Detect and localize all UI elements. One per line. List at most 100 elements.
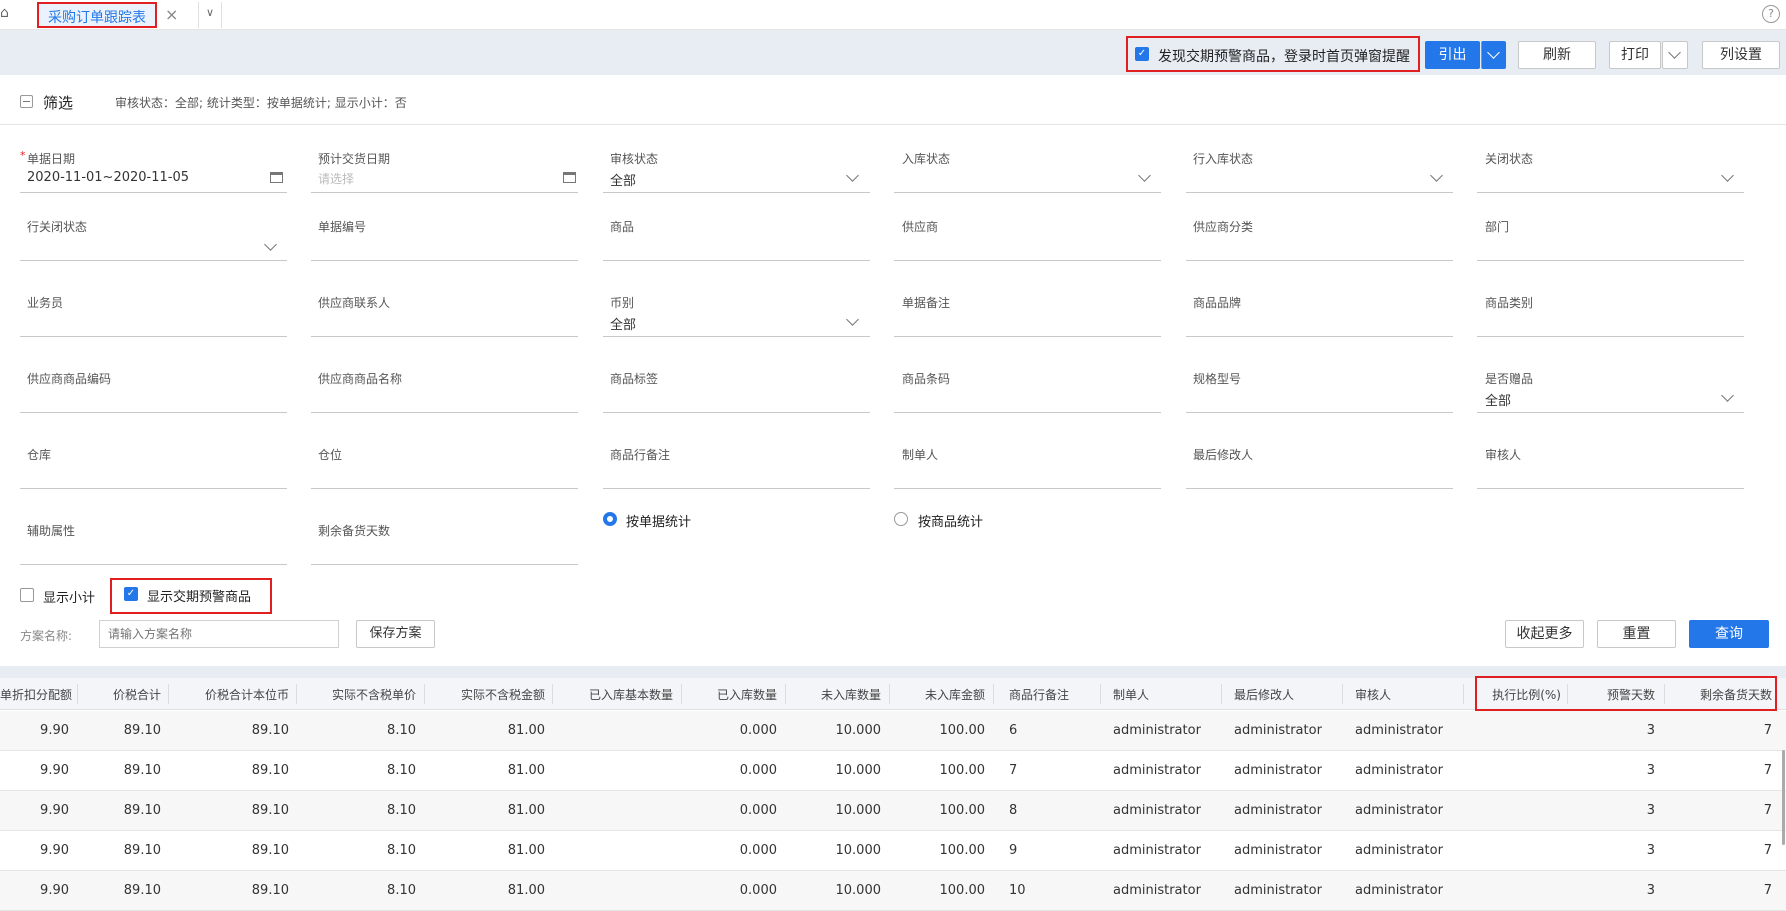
column-divider[interactable] xyxy=(552,684,553,704)
column-divider[interactable] xyxy=(993,684,994,704)
column-header[interactable]: 剩余备货天数 xyxy=(1700,686,1772,703)
table-cell: 81.00 xyxy=(507,883,545,898)
column-divider[interactable] xyxy=(1100,684,1101,704)
column-header[interactable]: 已入库数量 xyxy=(717,686,777,703)
chevron-down-icon[interactable] xyxy=(846,313,859,326)
creator-field[interactable] xyxy=(894,488,1161,489)
column-divider[interactable] xyxy=(889,684,890,704)
barcode-field[interactable] xyxy=(894,412,1161,413)
collapse-filter-icon[interactable] xyxy=(20,95,33,108)
column-divider[interactable] xyxy=(1221,684,1222,704)
chevron-down-icon[interactable] xyxy=(1721,169,1734,182)
column-divider[interactable] xyxy=(785,684,786,704)
column-divider[interactable] xyxy=(77,684,78,704)
reset-button[interactable]: 重置 xyxy=(1597,620,1676,648)
bill-remark-field[interactable] xyxy=(894,336,1161,337)
column-header[interactable]: 已入库基本数量 xyxy=(589,686,673,703)
table-cell: 8.10 xyxy=(387,883,416,898)
chevron-down-icon[interactable] xyxy=(1721,389,1734,402)
instock-status-select[interactable] xyxy=(894,192,1161,193)
help-icon[interactable]: ? xyxy=(1762,5,1780,23)
supplier-field[interactable] xyxy=(894,260,1161,261)
tab-purchase-order-tracking[interactable]: 采购订单跟踪表 xyxy=(37,2,157,28)
column-header[interactable]: 审核人 xyxy=(1355,686,1391,703)
column-header[interactable]: 价税合计 xyxy=(113,686,161,703)
goods-category-field[interactable] xyxy=(1477,336,1744,337)
chevron-down-icon[interactable]: ∨ xyxy=(198,2,222,28)
calendar-icon[interactable] xyxy=(563,172,576,183)
line-instock-status-select[interactable] xyxy=(1186,192,1453,193)
print-dropdown-button[interactable] xyxy=(1662,41,1688,69)
date-field[interactable]: 2020-11-01~2020-11-05 xyxy=(27,170,189,185)
chevron-down-icon[interactable] xyxy=(846,169,859,182)
delivery-date-field[interactable]: 请选择 xyxy=(318,170,354,187)
column-divider[interactable] xyxy=(1567,684,1568,704)
column-header[interactable]: 未入库数量 xyxy=(821,686,881,703)
column-header[interactable]: 最后修改人 xyxy=(1234,686,1294,703)
column-divider[interactable] xyxy=(296,684,297,704)
goods-tag-field[interactable] xyxy=(603,412,870,413)
supplier-class-field[interactable] xyxy=(1186,260,1453,261)
supplier-goods-name-field[interactable] xyxy=(311,412,578,413)
show-subtotal-checkbox[interactable] xyxy=(20,588,34,602)
line-remark-field[interactable] xyxy=(603,488,870,489)
calendar-icon[interactable] xyxy=(270,172,283,183)
column-header[interactable]: 单折扣分配额 xyxy=(0,686,72,703)
save-scheme-button[interactable]: 保存方案 xyxy=(356,620,435,648)
bill-number-field[interactable] xyxy=(311,260,578,261)
column-divider[interactable] xyxy=(168,684,169,704)
vertical-scrollbar[interactable] xyxy=(1782,750,1785,845)
department-field[interactable] xyxy=(1477,260,1744,261)
column-header[interactable]: 实际不含税单价 xyxy=(332,686,416,703)
table-cell: 89.10 xyxy=(123,883,161,898)
close-icon[interactable]: × xyxy=(165,5,178,24)
column-divider[interactable] xyxy=(1342,684,1343,704)
brand-field[interactable] xyxy=(1186,336,1453,337)
show-warn-checkbox[interactable]: ✓ xyxy=(124,587,138,601)
location-field[interactable] xyxy=(311,488,578,489)
aux-attr-field[interactable] xyxy=(20,564,287,565)
chevron-down-icon[interactable] xyxy=(1138,169,1151,182)
column-header[interactable]: 执行比例(%) xyxy=(1492,686,1561,703)
export-dropdown-button[interactable] xyxy=(1481,41,1506,69)
column-header[interactable]: 商品行备注 xyxy=(1009,686,1069,703)
export-button[interactable]: 引出 xyxy=(1425,41,1480,69)
column-header[interactable]: 实际不含税金额 xyxy=(461,686,545,703)
column-divider[interactable] xyxy=(424,684,425,704)
filter-title[interactable]: 筛选 xyxy=(43,92,73,113)
table-cell: administrator xyxy=(1234,723,1322,738)
warehouse-field[interactable] xyxy=(20,488,287,489)
scheme-name-input[interactable] xyxy=(99,620,339,648)
column-divider[interactable] xyxy=(1463,684,1464,704)
column-divider[interactable] xyxy=(681,684,682,704)
supplier-contact-field[interactable] xyxy=(311,336,578,337)
by-bill-radio[interactable] xyxy=(603,512,617,526)
column-divider[interactable] xyxy=(1664,684,1665,704)
audit-status-select[interactable]: 全部 xyxy=(610,170,636,189)
warn-popup-checkbox[interactable]: ✓ xyxy=(1135,47,1149,61)
auditor-field[interactable] xyxy=(1477,488,1744,489)
chevron-down-icon[interactable] xyxy=(264,238,277,251)
column-header[interactable]: 价税合计本位币 xyxy=(205,686,289,703)
column-header[interactable]: 制单人 xyxy=(1113,686,1149,703)
column-settings-button[interactable]: 列设置 xyxy=(1702,41,1780,69)
refresh-button[interactable]: 刷新 xyxy=(1518,41,1596,69)
spec-field[interactable] xyxy=(1186,412,1453,413)
by-goods-radio[interactable] xyxy=(894,512,908,526)
gift-select[interactable]: 全部 xyxy=(1485,390,1511,409)
supplier-goods-code-field[interactable] xyxy=(20,412,287,413)
query-button[interactable]: 查询 xyxy=(1689,620,1769,648)
salesman-field[interactable] xyxy=(20,336,287,337)
line-close-status-select[interactable] xyxy=(20,260,287,261)
close-status-select[interactable] xyxy=(1477,192,1744,193)
print-button[interactable]: 打印 xyxy=(1609,41,1661,69)
remain-days-field[interactable] xyxy=(311,564,578,565)
currency-select[interactable]: 全部 xyxy=(610,314,636,333)
chevron-down-icon[interactable] xyxy=(1430,169,1443,182)
column-header[interactable]: 未入库金额 xyxy=(925,686,985,703)
goods-field[interactable] xyxy=(603,260,870,261)
home-icon[interactable]: ⌂ xyxy=(0,5,14,25)
collapse-more-button[interactable]: 收起更多 xyxy=(1505,620,1584,648)
modifier-field[interactable] xyxy=(1186,488,1453,489)
column-header[interactable]: 预警天数 xyxy=(1607,686,1655,703)
